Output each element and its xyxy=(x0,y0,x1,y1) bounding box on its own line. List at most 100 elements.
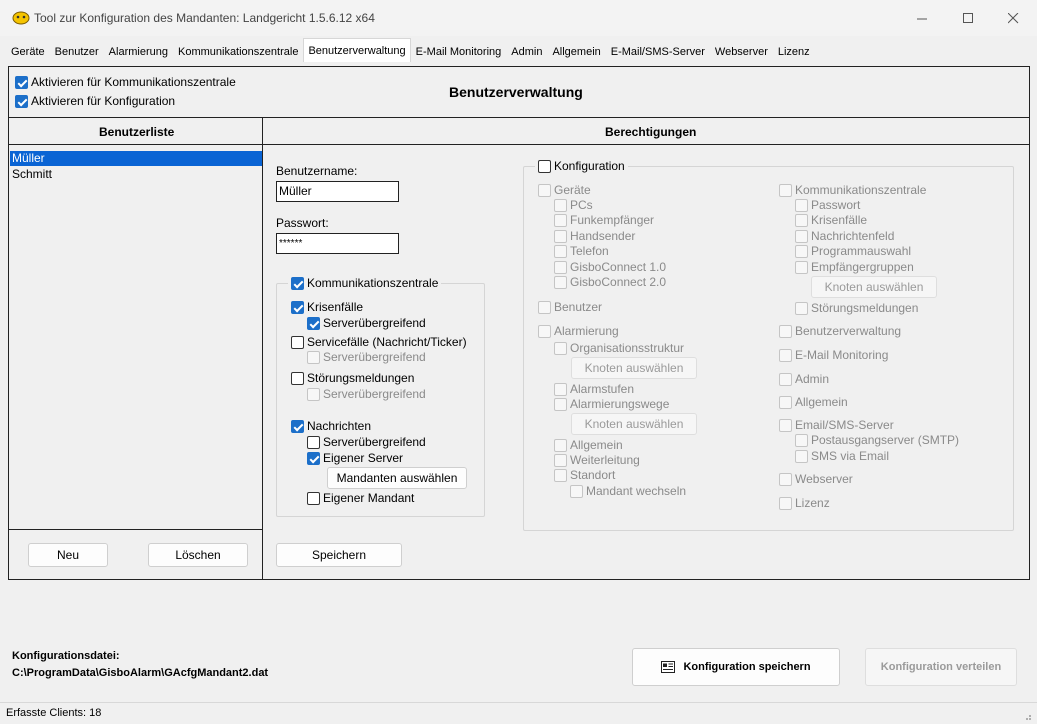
gc2-label: GisboConnect 2.0 xyxy=(570,275,667,289)
tab-allgemein[interactable]: Allgemein xyxy=(547,41,605,62)
tab-email-sms-server[interactable]: E-Mail/SMS-Server xyxy=(606,41,710,62)
status-bar: Erfasste Clients: 18 xyxy=(0,702,1037,724)
allgemein-a-checkbox: Allgemein xyxy=(554,438,623,452)
gc1-checkbox: GisboConnect 1.0 xyxy=(554,260,666,274)
tab-admin[interactable]: Admin xyxy=(506,41,547,62)
activate-komm-checkbox[interactable]: Aktivieren für Kommunikationszentrale xyxy=(15,75,236,89)
checkbox-icon xyxy=(291,276,304,290)
alarmstufen-label: Alarmstufen xyxy=(570,382,635,396)
checkbox-icon xyxy=(779,372,792,386)
gc2-checkbox: GisboConnect 2.0 xyxy=(554,275,666,289)
close-icon xyxy=(1007,12,1018,23)
checkbox-icon xyxy=(538,183,551,197)
permissions-title: Berechtigungen xyxy=(605,125,697,139)
checkbox-icon xyxy=(554,260,567,274)
webserver-checkbox: Webserver xyxy=(779,472,853,486)
checkbox-icon xyxy=(15,75,28,89)
funk-checkbox: Funkempfänger xyxy=(554,213,654,227)
k-passwort-checkbox: Passwort xyxy=(795,198,860,212)
tab-lizenz[interactable]: Lizenz xyxy=(773,41,815,62)
k-programm-label: Programmauswahl xyxy=(811,244,912,258)
konf-label: Konfiguration xyxy=(554,159,625,173)
nachrichten-checkbox[interactable]: Nachrichten xyxy=(291,419,371,433)
telefon-label: Telefon xyxy=(570,244,609,258)
checkbox-icon xyxy=(554,382,567,396)
stoerung-checkbox[interactable]: Störungsmeldungen xyxy=(291,371,414,385)
tab-webserver[interactable]: Webserver xyxy=(710,41,773,62)
nachrichten-server-checkbox[interactable]: Serverübergreifend xyxy=(307,435,426,449)
list-item[interactable]: Müller xyxy=(10,151,262,166)
service-checkbox[interactable]: Servicefälle (Nachricht/Ticker) xyxy=(291,335,467,349)
k-nachrichtenfeld-checkbox: Nachrichtenfeld xyxy=(795,229,894,243)
tab-alarmierung[interactable]: Alarmierung xyxy=(104,41,173,62)
checkbox-icon xyxy=(554,453,567,467)
checkbox-icon xyxy=(795,260,808,274)
save-config-button[interactable]: Konfiguration speichern xyxy=(632,648,840,686)
checkbox-icon xyxy=(538,324,551,338)
eigener-server-label: Eigener Server xyxy=(323,451,404,465)
mandanten-select-button[interactable]: Mandanten auswählen xyxy=(327,467,467,489)
krisen-server-checkbox[interactable]: Serverübergreifend xyxy=(307,316,426,330)
tab-kommunikationszentrale[interactable]: Kommunikationszentrale xyxy=(173,41,303,62)
close-button[interactable] xyxy=(990,0,1036,36)
nachrichten-label: Nachrichten xyxy=(307,419,372,433)
tab-benutzer[interactable]: Benutzer xyxy=(50,41,104,62)
checkbox-icon xyxy=(795,244,808,258)
admin-label: Admin xyxy=(795,372,830,386)
checkbox-icon xyxy=(554,198,567,212)
activate-komm-label: Aktivieren für Kommunikationszentrale xyxy=(31,75,236,89)
tab-email-monitoring[interactable]: E-Mail Monitoring xyxy=(411,41,507,62)
delete-user-button[interactable]: Löschen xyxy=(148,543,248,567)
new-user-button[interactable]: Neu xyxy=(28,543,108,567)
username-label: Benutzername: xyxy=(276,164,358,178)
k-stoerung-checkbox: Störungsmeldungen xyxy=(795,301,918,315)
smtp-label: Postausgangserver (SMTP) xyxy=(811,433,960,447)
standort-label: Standort xyxy=(570,468,616,482)
checkbox-icon xyxy=(307,387,320,401)
smtp-checkbox: Postausgangserver (SMTP) xyxy=(795,433,959,447)
email-sms-label: Email/SMS-Server xyxy=(795,418,894,432)
page-title: Benutzerverwaltung xyxy=(449,84,583,100)
maximize-button[interactable] xyxy=(945,0,991,36)
resize-grip-icon[interactable] xyxy=(1022,711,1032,721)
krisen-label: Krisenfälle xyxy=(307,300,364,314)
checkbox-icon xyxy=(570,484,583,498)
activate-konf-checkbox[interactable]: Aktivieren für Konfiguration xyxy=(15,94,175,108)
tab-bar: Geräte Benutzer Alarmierung Kommunikatio… xyxy=(6,38,815,62)
allgemein-checkbox: Allgemein xyxy=(779,395,848,409)
alarmwege-checkbox: Alarmierungswege xyxy=(554,397,669,411)
eigener-mandant-checkbox[interactable]: Eigener Mandant xyxy=(307,491,414,505)
komm-checkbox[interactable]: Kommunikationszentrale xyxy=(288,276,442,290)
list-item[interactable]: Schmitt xyxy=(12,167,52,181)
admin-checkbox: Admin xyxy=(779,372,829,386)
status-clients: Erfasste Clients: 18 xyxy=(6,707,102,719)
weiterleitung-checkbox: Weiterleitung xyxy=(554,453,640,467)
userlist-title: Benutzerliste xyxy=(99,125,175,139)
tab-benutzerverwaltung[interactable]: Benutzerverwaltung xyxy=(303,38,411,62)
sms-email-checkbox: SMS via Email xyxy=(795,449,889,463)
standort-checkbox: Standort xyxy=(554,468,615,482)
minimize-button[interactable] xyxy=(899,0,945,36)
eigener-server-checkbox[interactable]: Eigener Server xyxy=(307,451,403,465)
k-programm-checkbox: Programmauswahl xyxy=(795,244,911,258)
save-user-button[interactable]: Speichern xyxy=(276,543,402,567)
krisen-checkbox[interactable]: Krisenfälle xyxy=(291,300,363,314)
allgemein-label: Allgemein xyxy=(795,395,848,409)
save-config-label: Konfiguration speichern xyxy=(683,661,811,673)
minimize-icon xyxy=(916,18,927,19)
password-field[interactable]: ****** xyxy=(276,233,399,254)
konf-checkbox[interactable]: Konfiguration xyxy=(535,159,628,173)
tab-geraete[interactable]: Geräte xyxy=(6,41,50,62)
knoten-select-button: Knoten auswählen xyxy=(811,276,937,298)
checkbox-icon xyxy=(779,324,792,338)
webserver-label: Webserver xyxy=(795,472,853,486)
config-file-label: Konfigurationsdatei: xyxy=(12,650,120,662)
alarmierung-label: Alarmierung xyxy=(554,324,619,338)
checkbox-icon xyxy=(538,300,551,314)
checkbox-icon xyxy=(554,468,567,482)
username-field[interactable]: Müller xyxy=(276,181,399,202)
divider xyxy=(262,117,263,579)
checkbox-icon xyxy=(779,395,792,409)
alarmierung-checkbox: Alarmierung xyxy=(538,324,619,338)
stoerung-label: Störungsmeldungen xyxy=(307,371,415,385)
